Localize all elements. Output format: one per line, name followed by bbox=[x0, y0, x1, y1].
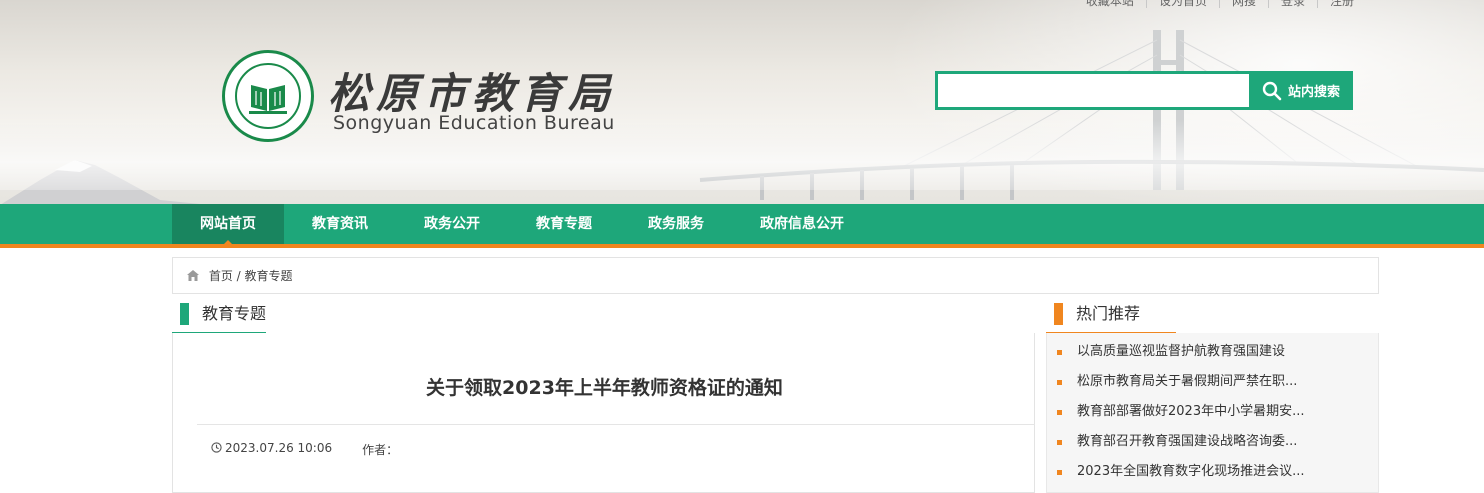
hot-item-title: 2023年全国教育数字化现场推进会议... bbox=[1077, 464, 1305, 479]
hot-list-item[interactable]: 教育部召开教育强国建设战略咨询委... bbox=[1047, 427, 1380, 457]
breadcrumb: 首页 / 教育专题 bbox=[172, 257, 1379, 294]
hot-list-panel: 以高质量巡视监督护航教育强国建设 松原市教育局关于暑假期间严禁在职... 教育部… bbox=[1046, 333, 1379, 493]
main-section-header: 教育专题 bbox=[172, 303, 1035, 335]
home-icon bbox=[187, 258, 205, 295]
bullet-icon bbox=[1057, 440, 1062, 445]
article-date: 2023.07.26 10:06 bbox=[225, 441, 333, 455]
nav-item-education-topics[interactable]: 教育专题 bbox=[508, 204, 620, 244]
hot-section-marker bbox=[1054, 303, 1063, 325]
breadcrumb-home-link[interactable]: 首页 bbox=[209, 269, 233, 283]
nav-items: 网站首页 教育资讯 政务公开 教育专题 政务服务 政府信息公开 bbox=[172, 204, 872, 245]
header-banner: 收藏本站 设为首页 网搜 登录 注册 松原市教育局 Songyuan Educa… bbox=[0, 0, 1484, 205]
bullet-icon bbox=[1057, 380, 1062, 385]
bullet-icon bbox=[1057, 410, 1062, 415]
search-box: 站内搜索 bbox=[935, 71, 1353, 110]
breadcrumb-separator: / bbox=[236, 269, 241, 283]
hot-section-header: 热门推荐 bbox=[1046, 303, 1379, 335]
hot-list: 以高质量巡视监督护航教育强国建设 松原市教育局关于暑假期间严禁在职... 教育部… bbox=[1047, 337, 1380, 487]
search-input[interactable] bbox=[935, 71, 1251, 110]
hot-item-title: 以高质量巡视监督护航教育强国建设 bbox=[1077, 344, 1286, 359]
bullet-icon bbox=[1057, 350, 1062, 355]
top-link-homepage[interactable]: 设为首页 bbox=[1147, 0, 1220, 8]
search-button-label: 站内搜索 bbox=[1287, 85, 1340, 100]
nav-item-government-services[interactable]: 政务服务 bbox=[620, 204, 732, 244]
hot-item-title: 松原市教育局关于暑假期间严禁在职... bbox=[1077, 374, 1298, 389]
section-title: 教育专题 bbox=[202, 304, 267, 323]
main-nav: 网站首页 教育资讯 政务公开 教育专题 政务服务 政府信息公开 bbox=[0, 204, 1484, 248]
nav-item-information-disclosure[interactable]: 政府信息公开 bbox=[732, 204, 872, 244]
article-panel: 关于领取2023年上半年教师资格证的通知 2023.07.26 10:06 作者… bbox=[172, 333, 1035, 493]
hot-list-item[interactable]: 教育部部署做好2023年中小学暑期安... bbox=[1047, 397, 1380, 427]
article-author-label: 作者： bbox=[362, 443, 399, 457]
top-links: 收藏本站 设为首页 网搜 登录 注册 bbox=[1074, 0, 1366, 8]
banner-clouds bbox=[0, 120, 1484, 190]
nav-item-home[interactable]: 网站首页 bbox=[172, 204, 284, 245]
article-meta: 2023.07.26 10:06 作者： bbox=[211, 441, 398, 458]
search-button[interactable]: 站内搜索 bbox=[1249, 71, 1353, 110]
hot-list-item[interactable]: 2023年全国教育数字化现场推进会议... bbox=[1047, 457, 1380, 487]
top-link-register[interactable]: 注册 bbox=[1318, 0, 1366, 8]
nav-item-government-affairs[interactable]: 政务公开 bbox=[396, 204, 508, 244]
hot-item-title: 教育部部署做好2023年中小学暑期安... bbox=[1077, 404, 1305, 419]
book-icon bbox=[249, 85, 287, 114]
top-link-favorite[interactable]: 收藏本站 bbox=[1074, 0, 1147, 8]
nav-item-education-news[interactable]: 教育资讯 bbox=[284, 204, 396, 244]
article-title: 关于领取2023年上半年教师资格证的通知 bbox=[426, 377, 783, 399]
article-date-wrap: 2023.07.26 10:06 bbox=[211, 441, 332, 458]
breadcrumb-current[interactable]: 教育专题 bbox=[245, 269, 293, 283]
meta-divider bbox=[197, 424, 1035, 425]
clock-icon bbox=[211, 442, 222, 453]
logo-inner-ring bbox=[235, 63, 301, 129]
top-link-search[interactable]: 网搜 bbox=[1220, 0, 1269, 8]
top-link-login[interactable]: 登录 bbox=[1269, 0, 1318, 8]
bureau-logo[interactable] bbox=[222, 50, 314, 142]
hot-list-item[interactable]: 以高质量巡视监督护航教育强国建设 bbox=[1047, 337, 1380, 367]
hot-item-title: 教育部召开教育强国建设战略咨询委... bbox=[1077, 434, 1298, 449]
site-subtitle: Songyuan Education Bureau bbox=[333, 112, 615, 134]
section-marker bbox=[180, 303, 189, 325]
hot-section-title: 热门推荐 bbox=[1076, 304, 1141, 323]
hot-list-item[interactable]: 松原市教育局关于暑假期间严禁在职... bbox=[1047, 367, 1380, 397]
bullet-icon bbox=[1057, 470, 1062, 475]
search-icon bbox=[1262, 81, 1282, 100]
